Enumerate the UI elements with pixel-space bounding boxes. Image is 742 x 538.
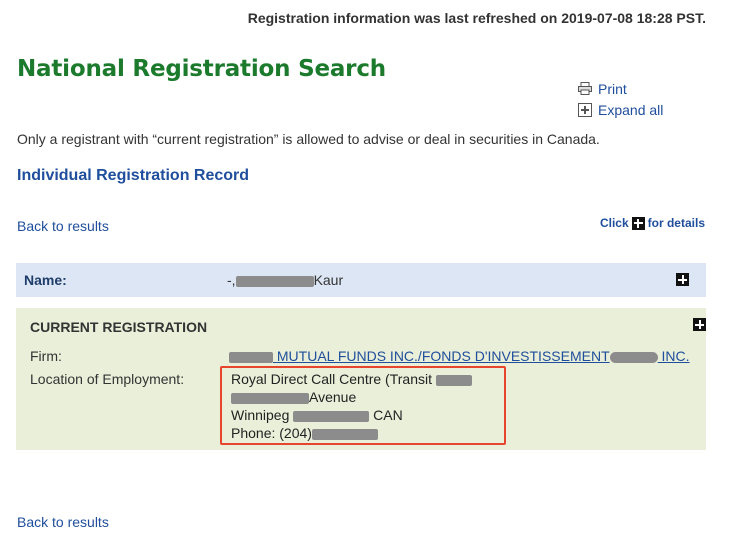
name-value: -, Kaur — [227, 272, 343, 288]
print-label[interactable]: Print — [598, 81, 627, 97]
printer-icon — [578, 82, 592, 95]
name-prefix: -, — [227, 272, 236, 288]
refresh-notice: Registration information was last refres… — [247, 10, 706, 26]
firm-label: Firm: — [30, 348, 62, 364]
expand-plus-icon — [578, 102, 592, 117]
name-suffix: Kaur — [313, 272, 344, 288]
expand-registration-plus-icon[interactable] — [693, 318, 707, 331]
record-title: Individual Registration Record — [17, 167, 250, 184]
page-tools: Print Expand all — [578, 78, 663, 120]
back-to-results-link[interactable]: Back to results — [17, 218, 109, 234]
name-row — [16, 263, 706, 297]
redacted-block — [235, 275, 314, 287]
print-link[interactable]: Print — [578, 78, 663, 99]
click-suffix: for details — [647, 216, 705, 230]
highlight-annotation — [220, 366, 506, 445]
expand-all-label[interactable]: Expand all — [598, 102, 663, 118]
firm-name-part2[interactable]: INC. — [662, 348, 690, 364]
firm-link[interactable]: MUTUAL FUNDS INC./FONDS D'INVESTISSEMENT… — [229, 348, 690, 364]
redacted-block — [609, 351, 658, 363]
back-to-results-link-bottom[interactable]: Back to results — [17, 514, 109, 530]
firm-name-part1[interactable]: MUTUAL FUNDS INC./FONDS D'INVESTISSEMENT — [277, 348, 610, 364]
click-for-details-hint: Click for details — [600, 216, 705, 230]
expand-all-link[interactable]: Expand all — [578, 99, 663, 120]
click-prefix: Click — [599, 216, 629, 230]
redacted-block — [229, 351, 273, 363]
registration-notice: Only a registrant with “current registra… — [17, 131, 600, 147]
expand-name-plus-icon[interactable] — [676, 273, 689, 286]
page-title: National Registration Search — [17, 56, 386, 82]
location-label: Location of Employment: — [30, 371, 185, 387]
plus-icon — [631, 216, 645, 230]
name-label: Name: — [24, 272, 67, 288]
current-registration-heading: CURRENT REGISTRATION — [30, 319, 208, 335]
